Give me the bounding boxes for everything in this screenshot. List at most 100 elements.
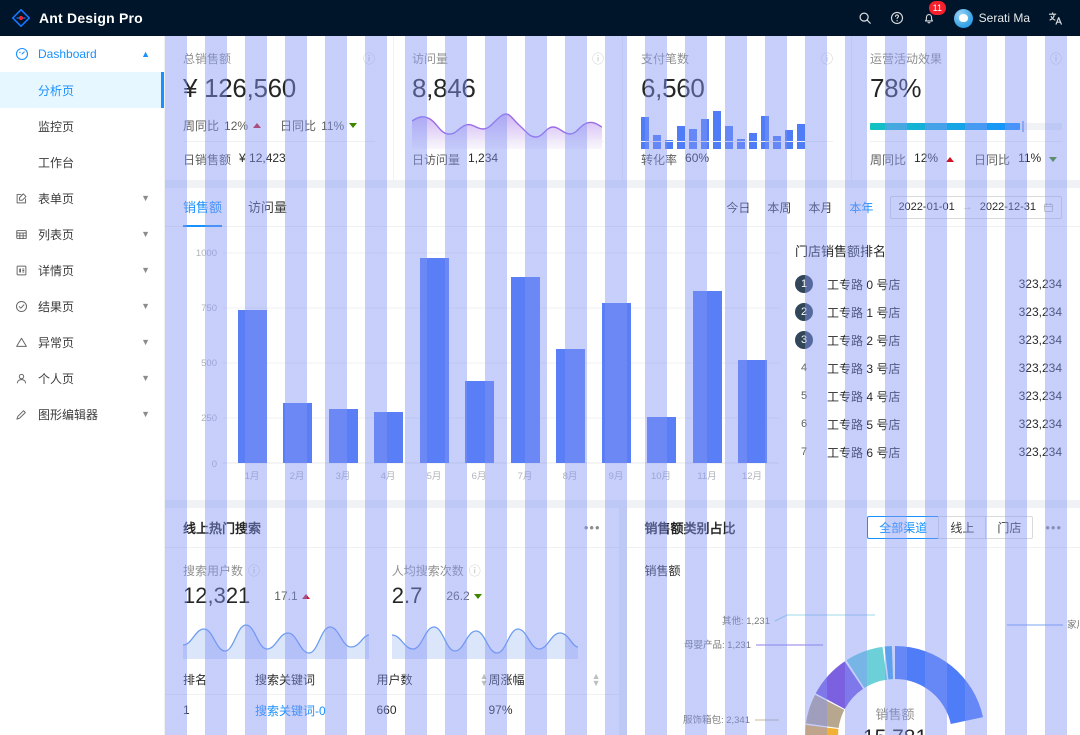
cell-users: 660	[376, 703, 397, 717]
tab-label: 销售额	[183, 199, 223, 215]
svg-text:1月: 1月	[245, 471, 260, 482]
campaign-progress-bar	[870, 121, 1062, 132]
range-today[interactable]: 今日	[726, 199, 750, 216]
table-row[interactable]: 1 搜索关键词-0 660 97%	[165, 695, 619, 725]
segment-all-channels[interactable]: 全部渠道	[867, 516, 939, 539]
trend-a-label: 周同比	[183, 119, 220, 133]
profile-icon	[14, 263, 29, 278]
chevron-down-icon: ▼	[141, 372, 150, 383]
stat-footer-label: 日销售额	[183, 153, 232, 167]
trend-a-value: 12%	[224, 118, 249, 133]
sidebar-item-dashboard[interactable]: Dashboard ▲	[0, 36, 164, 72]
store-name: 工专路 2 号店	[827, 333, 901, 348]
sidebar-subitem-analysis[interactable]: 分析页	[0, 72, 164, 108]
user-menu[interactable]: Serati Ma	[946, 3, 1038, 33]
svg-text:500: 500	[201, 358, 217, 369]
cell-keyword[interactable]: 搜索关键词-0	[255, 702, 377, 719]
range-this-year[interactable]: 本年	[849, 199, 873, 216]
date-end-input[interactable]: 2022-12-31	[980, 201, 1036, 213]
panel-title: 销售额类别占比	[644, 521, 736, 536]
sidebar-item-label: 表单页	[38, 191, 75, 206]
user-icon	[14, 371, 29, 386]
sales-bar-chart: 1000 750 500 250 0 1月 2月 3月 4月 5月 6月 7月 …	[165, 227, 785, 500]
column-header-users[interactable]: 用户数 ▲ ▼	[377, 671, 489, 688]
donut-annotation-apparel: 服饰箱包: 2,341	[682, 714, 749, 726]
store-value: 323,234	[1018, 333, 1062, 347]
table-row[interactable]: 7 工专路 6 号店 323,234	[795, 438, 1062, 466]
info-circle-icon[interactable]: ⓘ	[363, 50, 375, 67]
store-value: 323,234	[1018, 277, 1062, 291]
table-row[interactable]: 1 工专路 0 号店 323,234	[795, 270, 1062, 298]
svg-text:9月: 9月	[609, 471, 624, 482]
table-row[interactable]: 3 工专路 2 号店 323,234	[795, 326, 1062, 354]
range-controls: 今日 本周 本月 本年 2022-01-01 → 2022-12-31	[726, 195, 1062, 219]
segment-store[interactable]: 门店	[985, 516, 1034, 539]
brand-area[interactable]: Ant Design Pro	[0, 9, 165, 27]
bell-icon[interactable]: 11	[914, 1, 946, 33]
chevron-down-icon: ▼	[141, 192, 150, 203]
ellipsis-icon[interactable]: •••	[584, 520, 601, 535]
tab-sales[interactable]: 销售额	[183, 188, 223, 227]
store-value: 323,234	[1018, 389, 1062, 403]
info-circle-icon[interactable]: ⓘ	[469, 562, 481, 579]
sidebar-item-graph-editor[interactable]: 图形编辑器 ▼	[0, 396, 164, 432]
table-row[interactable]: 4 工专路 3 号店 323,234	[795, 354, 1062, 382]
metric-label: 搜索用户数	[183, 564, 244, 578]
date-range-arrow-icon: →	[961, 201, 973, 213]
range-this-week[interactable]: 本周	[767, 199, 791, 216]
table-icon	[14, 227, 29, 242]
svg-text:750: 750	[201, 303, 217, 314]
question-circle-icon[interactable]	[882, 3, 912, 33]
app-title: Ant Design Pro	[39, 10, 143, 26]
stat-value: 6,560	[641, 73, 705, 103]
svg-text:11月: 11月	[697, 471, 716, 482]
category-donut-chart: 销售额 其他: 1,231 母婴产品: 1,231 服饰箱包: 2,341 家 …	[627, 548, 1080, 735]
table-row[interactable]: 5 工专路 4 号店 323,234	[795, 382, 1062, 410]
date-start-input[interactable]: 2022-01-01	[898, 201, 954, 213]
date-range-picker[interactable]: 2022-01-01 → 2022-12-31	[890, 195, 1062, 219]
rank-number: 5	[800, 390, 808, 402]
header-actions: 11 Serati Ma	[850, 1, 1080, 33]
stat-footer-label: 转化率	[641, 153, 678, 167]
translate-icon[interactable]	[1040, 3, 1070, 33]
store-name: 工专路 4 号店	[827, 389, 901, 404]
info-circle-icon[interactable]: ⓘ	[592, 50, 604, 67]
metric-value: 2.7	[391, 583, 423, 608]
info-circle-icon[interactable]: ⓘ	[1050, 50, 1062, 67]
calendar-icon[interactable]	[1043, 202, 1054, 213]
column-label: 周涨幅	[488, 673, 525, 687]
ant-design-logo-icon	[12, 9, 30, 27]
sidebar-item-profile[interactable]: 详情页 ▼	[0, 252, 164, 288]
search-icon[interactable]	[850, 3, 880, 33]
sidebar-subitem-monitor[interactable]: 监控页	[0, 108, 164, 144]
stat-card-row: 总销售额 ⓘ ¥ 126,560 周同比 12% 日同比 11% 日销售额 ¥ …	[165, 36, 1080, 180]
column-header-keyword: 搜索关键词	[255, 673, 316, 687]
sidebar-subitem-label: 分析页	[38, 83, 75, 98]
store-name: 工专路 1 号店	[827, 305, 901, 320]
sidebar-item-form[interactable]: 表单页 ▼	[0, 180, 164, 216]
table-row[interactable]: 6 工专路 5 号店 323,234	[795, 410, 1062, 438]
ellipsis-icon[interactable]: •••	[1045, 520, 1062, 535]
donut-center-label: 销售额	[875, 707, 914, 722]
sidebar-item-result[interactable]: 结果页 ▼	[0, 288, 164, 324]
table-row[interactable]: 2 工专路 1 号店 323,234	[795, 298, 1062, 326]
tab-visits[interactable]: 访问量	[248, 188, 287, 227]
sort-icon[interactable]: ▲ ▼	[480, 671, 489, 687]
store-value: 323,234	[1018, 305, 1062, 319]
sort-icon[interactable]: ▲ ▼	[592, 671, 601, 687]
column-header-delta[interactable]: 周涨幅 ▲ ▼	[489, 671, 601, 688]
range-this-month[interactable]: 本月	[808, 199, 832, 216]
sidebar-item-label: 结果页	[38, 299, 75, 314]
chevron-down-icon: ▼	[141, 300, 150, 311]
info-circle-icon[interactable]: ⓘ	[248, 562, 260, 579]
sidebar-item-list[interactable]: 列表页 ▼	[0, 216, 164, 252]
sidebar-item-account[interactable]: 个人页 ▼	[0, 360, 164, 396]
sidebar-item-exception[interactable]: 异常页 ▼	[0, 324, 164, 360]
stat-card-payments: 支付笔数 ⓘ 6,560 转化率 60%	[622, 36, 851, 180]
panel-title: 线上热门搜索	[183, 521, 262, 536]
info-circle-icon[interactable]: ⓘ	[821, 50, 833, 67]
donut-annotation-other: 其他: 1,231	[721, 615, 769, 627]
segment-online[interactable]: 线上	[938, 516, 986, 539]
svg-text:2月: 2月	[290, 471, 305, 482]
sidebar-subitem-workplace[interactable]: 工作台	[0, 144, 164, 180]
